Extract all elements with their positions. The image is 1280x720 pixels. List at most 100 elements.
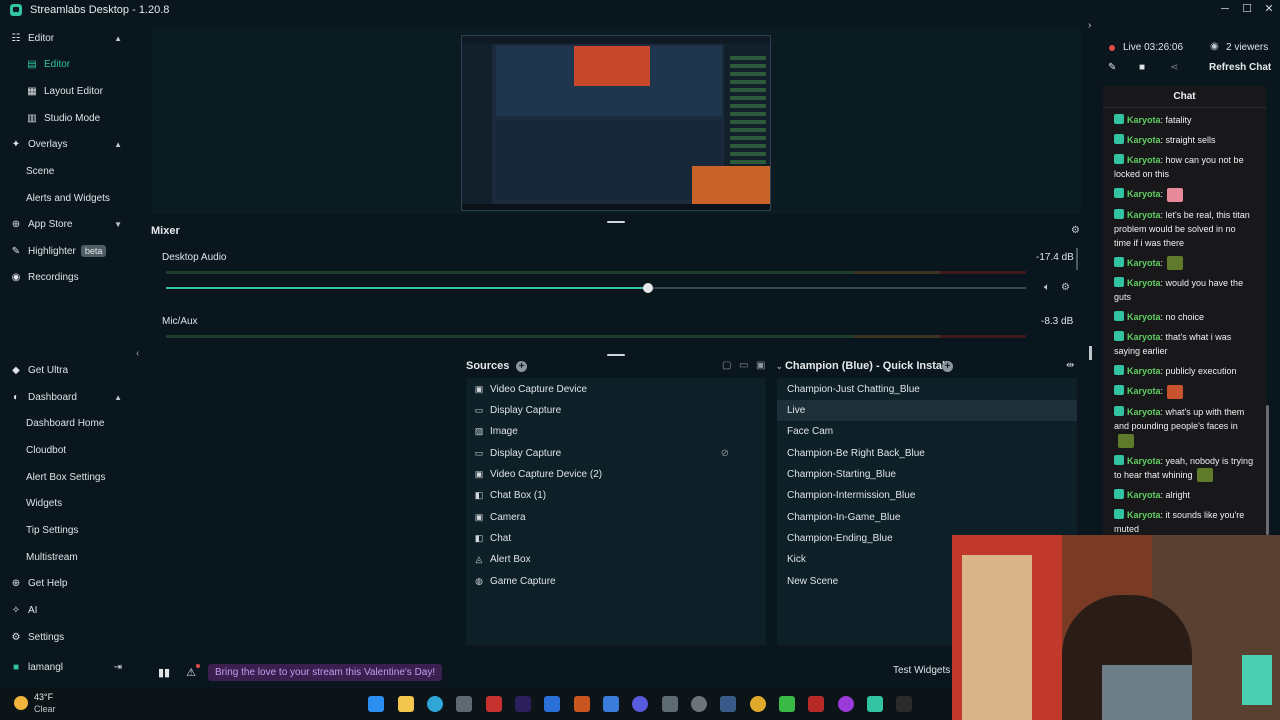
sidebar-item-app-store[interactable]: ⊕ App Store ▼	[0, 212, 134, 236]
chat-username[interactable]: Karyota	[1127, 407, 1161, 417]
volume-thumb[interactable]	[642, 283, 653, 293]
scene-row-selected[interactable]: Live	[777, 400, 1077, 421]
sidebar-item-overlays[interactable]: ✦ Overlays ▲	[0, 132, 134, 156]
chat-username[interactable]: Karyota	[1127, 135, 1161, 145]
collapse-sidebar-icon[interactable]: ‹	[136, 348, 139, 359]
chat-username[interactable]: Karyota	[1127, 366, 1161, 376]
chrome-icon[interactable]	[750, 696, 766, 712]
streamlabs-taskbar-icon[interactable]	[867, 696, 883, 712]
resize-handle[interactable]	[607, 221, 625, 223]
weather-sun-icon[interactable]	[14, 696, 28, 710]
sidebar-item-studio-mode[interactable]: ▥ Studio Mode	[0, 106, 134, 130]
sidebar-item-layout-editor[interactable]: ▦ Layout Editor	[0, 79, 134, 103]
app-icon[interactable]	[808, 696, 824, 712]
app-icon[interactable]	[720, 696, 736, 712]
chevron-up-icon[interactable]: ▲	[114, 393, 122, 402]
scene-row[interactable]: Champion-Just Chatting_Blue	[777, 379, 1077, 400]
share-icon[interactable]: ⋖	[1170, 62, 1178, 73]
source-folder-icon[interactable]: ▢	[722, 360, 731, 371]
chevron-up-icon[interactable]: ▲	[114, 34, 122, 43]
orange-app-icon[interactable]	[574, 696, 590, 712]
chevron-down-icon[interactable]: ▼	[114, 220, 122, 229]
source-row[interactable]: ▨ Image	[466, 421, 766, 442]
chat-username[interactable]: Karyota	[1127, 115, 1161, 125]
source-row[interactable]: ▣ Video Capture Device	[466, 379, 766, 400]
chat-username[interactable]: Karyota	[1127, 258, 1161, 268]
red-app-icon[interactable]	[486, 696, 502, 712]
source-row[interactable]: ◧ Chat	[466, 528, 766, 549]
sidebar-item-dashboard-home[interactable]: Dashboard Home	[0, 411, 134, 435]
maximize-button[interactable]: ☐	[1236, 0, 1258, 18]
source-row[interactable]: ◬ Alert Box	[466, 549, 766, 570]
speaker-icon[interactable]: 🔈︎	[1044, 282, 1050, 293]
edge-browser-icon[interactable]	[427, 696, 443, 712]
add-scene-button[interactable]: +	[942, 361, 953, 372]
chat-username[interactable]: Karyota	[1127, 189, 1161, 199]
source-properties-icon[interactable]: ▣	[756, 360, 765, 371]
stream-preview[interactable]	[461, 35, 771, 211]
refresh-chat-button[interactable]: Refresh Chat	[1209, 62, 1271, 73]
chat-scrollbar[interactable]	[1266, 405, 1269, 535]
chat-username[interactable]: Karyota	[1127, 278, 1161, 288]
sidebar-item-editor[interactable]: ☷ Editor ▲	[0, 26, 134, 50]
sidebar-item-alerts-widgets[interactable]: Alerts and Widgets	[0, 186, 134, 210]
app-icon[interactable]	[603, 696, 619, 712]
sidebar-item-editor-sub[interactable]: ▤ Editor	[0, 52, 134, 76]
store-app-icon[interactable]	[456, 696, 472, 712]
sidebar-item-highlighter[interactable]: ✎ Highlighter beta	[0, 239, 134, 263]
test-widgets-button[interactable]: Test Widgets	[893, 665, 950, 676]
blue-app-icon[interactable]	[544, 696, 560, 712]
camera-clip-icon[interactable]: ■	[1139, 62, 1145, 73]
logout-icon[interactable]: ⇥	[114, 662, 122, 673]
scene-row[interactable]: Champion-Be Right Back_Blue	[777, 443, 1077, 464]
source-row[interactable]: ▭ Display Capture ⊘	[466, 443, 766, 464]
close-button[interactable]: ✕	[1258, 0, 1280, 18]
eye-hidden-icon[interactable]: ⊘	[721, 448, 729, 459]
chat-username[interactable]: Karyota	[1127, 155, 1161, 165]
sidebar-item-user[interactable]: ■ lamangl ⇥	[0, 655, 134, 679]
promo-banner[interactable]: Bring the love to your stream this Valen…	[207, 663, 443, 681]
sidebar-item-settings[interactable]: ⚙ Settings	[0, 625, 134, 649]
sidebar-item-recordings[interactable]: ◉ Recordings	[0, 265, 134, 289]
source-row[interactable]: ▣ Video Capture Device (2)	[466, 464, 766, 485]
sidebar-item-get-help[interactable]: ⊕ Get Help	[0, 571, 134, 595]
app-icon[interactable]	[632, 696, 648, 712]
mixer-settings-gear-icon[interactable]: ⚙	[1071, 225, 1080, 236]
epic-games-icon[interactable]	[896, 696, 912, 712]
chat-username[interactable]: Karyota	[1127, 210, 1161, 220]
sidebar-item-tip-settings[interactable]: Tip Settings	[0, 518, 134, 542]
source-row[interactable]: ▣ Camera	[466, 507, 766, 528]
stats-icon[interactable]: ▮▮	[158, 666, 170, 679]
green-app-icon[interactable]	[779, 696, 795, 712]
scene-collection-title[interactable]: ⌄ Champion (Blue) - Quick Install	[776, 360, 948, 372]
chat-username[interactable]: Karyota	[1127, 510, 1161, 520]
add-source-button[interactable]: +	[516, 361, 527, 372]
sidebar-item-get-ultra[interactable]: ◆ Get Ultra	[0, 358, 134, 382]
sidebar-item-alert-box-settings[interactable]: Alert Box Settings	[0, 465, 134, 489]
scene-row[interactable]: Champion-Intermission_Blue	[777, 485, 1077, 506]
scene-row[interactable]: Face Cam	[777, 421, 1077, 442]
minimize-button[interactable]: ─	[1214, 0, 1236, 18]
source-row[interactable]: ◧ Chat Box (1)	[466, 485, 766, 506]
sidebar-item-cloudbot[interactable]: Cloudbot	[0, 438, 134, 462]
source-row[interactable]: ◍ Game Capture	[466, 571, 766, 592]
scene-row[interactable]: Champion-In-Game_Blue	[777, 507, 1077, 528]
scenes-scrollbar[interactable]	[1089, 346, 1092, 360]
mixer-scrollbar[interactable]	[1076, 248, 1078, 270]
windows-start-icon[interactable]	[368, 696, 384, 712]
channel-gear-icon[interactable]: ⚙	[1061, 282, 1070, 293]
sidebar-item-scene[interactable]: Scene	[0, 159, 134, 183]
chat-username[interactable]: Karyota	[1127, 490, 1161, 500]
sidebar-item-multistream[interactable]: Multistream	[0, 545, 134, 569]
sidebar-item-widgets[interactable]: Widgets	[0, 491, 134, 515]
sidebar-item-ai[interactable]: ✧ AI	[0, 598, 134, 622]
chat-username[interactable]: Karyota	[1127, 332, 1161, 342]
chat-username[interactable]: Karyota	[1127, 312, 1161, 322]
chevron-right-icon[interactable]: ›	[1088, 20, 1091, 31]
sidebar-item-dashboard[interactable]: ◐ Dashboard ▲	[0, 385, 134, 409]
source-row[interactable]: ▭ Display Capture	[466, 400, 766, 421]
chevron-up-icon[interactable]: ▲	[114, 140, 122, 149]
calculator-icon[interactable]	[662, 696, 678, 712]
obs-icon[interactable]	[691, 696, 707, 712]
chat-username[interactable]: Karyota	[1127, 386, 1161, 396]
